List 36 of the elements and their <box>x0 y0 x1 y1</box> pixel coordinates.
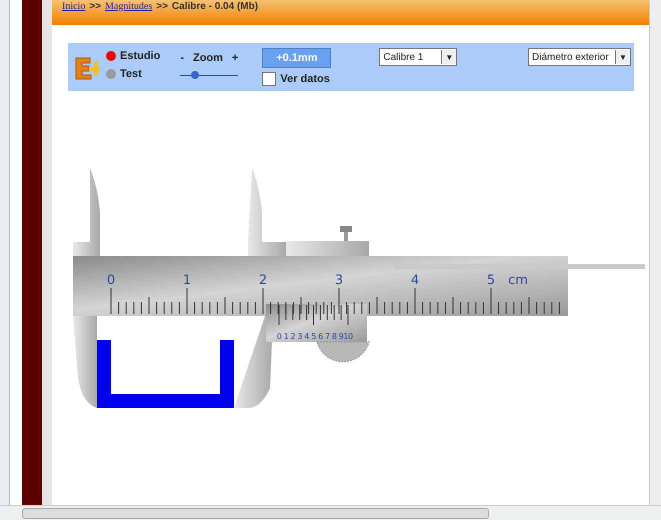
scrollbar[interactable] <box>649 0 661 505</box>
mode-radio[interactable]: Test <box>106 68 160 80</box>
zoom-label: Zoom <box>192 52 223 64</box>
logo-icon <box>74 55 100 81</box>
scale-number: 1 <box>182 273 192 288</box>
breadcrumb-link[interactable]: Magnitudes <box>105 1 152 12</box>
vernier-number: 8 <box>332 332 336 341</box>
scale-number: 0 <box>106 273 116 288</box>
checkbox-label: Ver datos <box>280 73 330 85</box>
breadcrumb-separator: >> <box>156 1 168 12</box>
checkbox[interactable] <box>262 72 276 86</box>
horizontal-scrollbar[interactable] <box>0 505 661 520</box>
vernier-number: 5 <box>311 332 316 341</box>
vernier-number: 3 <box>297 332 302 341</box>
scale-number: 3 <box>334 273 344 288</box>
vernier-number: 1 <box>284 332 288 341</box>
mode-radio[interactable]: Estudio <box>106 50 160 62</box>
vernier-number: 2 <box>290 332 296 341</box>
vernier-number: 7 <box>325 332 330 341</box>
measurement-select[interactable]: Diámetro exterior ▼ <box>528 48 631 66</box>
vernier-number: 0 <box>276 332 282 341</box>
zoom-out-label[interactable]: - <box>180 52 184 64</box>
vernier-number: 4 <box>304 332 309 341</box>
breadcrumb-current: Calibre - 0.04 (Mb) <box>172 1 258 12</box>
zoom-in-label[interactable]: + <box>232 52 238 64</box>
breadcrumb-link[interactable]: Inicio <box>62 1 86 12</box>
scale-number: 4 <box>410 273 420 288</box>
scale-number: 2 <box>258 273 268 288</box>
vernier-number: 6 <box>318 332 323 341</box>
instrument-select[interactable]: Calibre 1 ▼ <box>379 48 458 66</box>
scrollbar[interactable] <box>0 0 10 505</box>
breadcrumb-separator: >> <box>89 1 102 12</box>
vernier-number: 10 <box>343 332 353 341</box>
vernier-number: 9 <box>338 332 344 341</box>
scale-number: 5 <box>486 273 496 288</box>
unit-label: cm <box>508 273 528 288</box>
